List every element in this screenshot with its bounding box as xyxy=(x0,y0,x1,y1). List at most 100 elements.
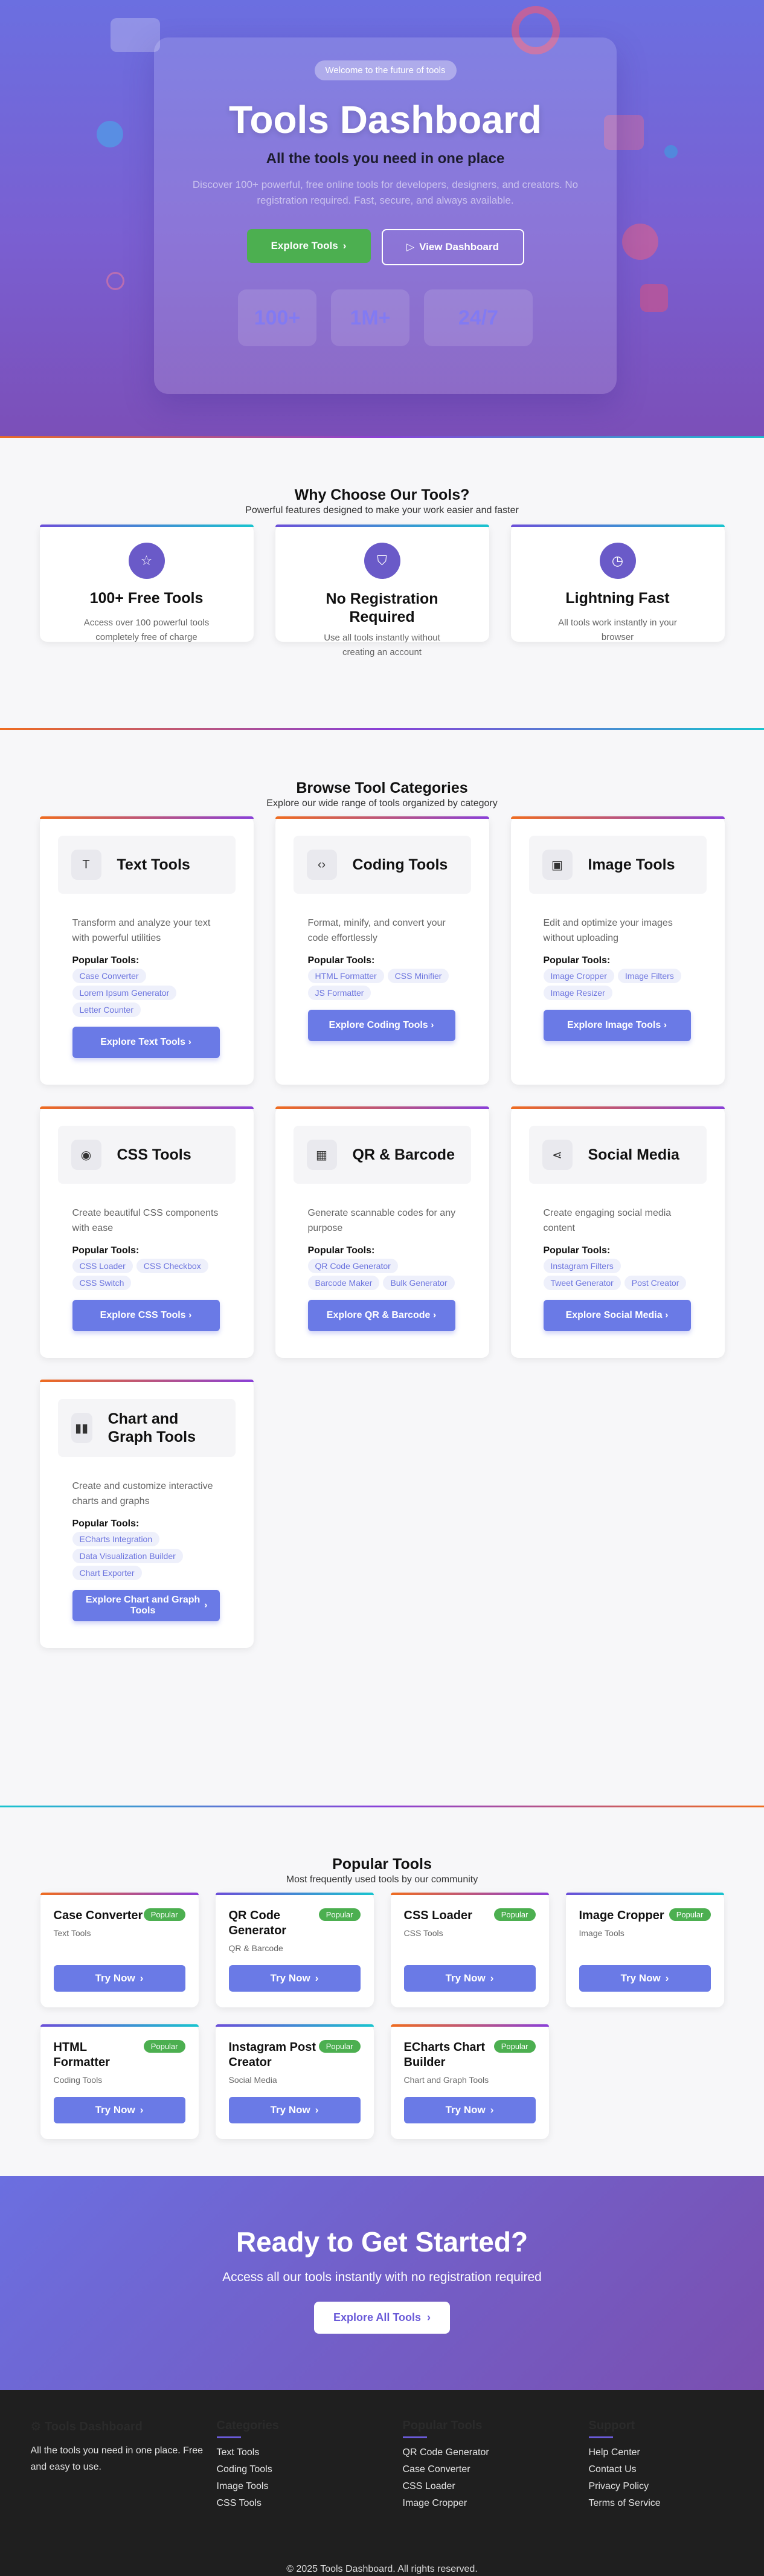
popular-badge: Popular xyxy=(493,1908,536,1921)
explore-category-button[interactable]: Explore Chart and Graph Tools › xyxy=(72,1590,220,1621)
category-header: ▣ Image Tools xyxy=(528,836,707,894)
hero-title: Tools Dashboard xyxy=(229,98,542,141)
tool-tag[interactable]: QR Code Generator xyxy=(307,1259,398,1273)
tool-tag[interactable]: JS Formatter xyxy=(307,986,371,1000)
footer-link[interactable]: CSS Loader xyxy=(403,2478,589,2495)
tool-tag[interactable]: CSS Loader xyxy=(72,1259,133,1273)
popular-tool-card: HTML Formatter Popular Coding Tools Try … xyxy=(40,2024,199,2139)
footer-column-title: Categories xyxy=(216,2419,279,2432)
popular-tool-card: CSS Loader Popular CSS Tools Try Now › xyxy=(390,1893,549,2007)
explore-category-button[interactable]: Explore QR & Barcode › xyxy=(307,1300,455,1331)
try-now-button[interactable]: Try Now › xyxy=(403,2097,536,2123)
chevron-right-icon: › xyxy=(140,1972,144,1984)
popular-tool-card: ECharts Chart Builder Popular Chart and … xyxy=(390,2024,549,2139)
explore-category-button[interactable]: Explore Coding Tools › xyxy=(307,1010,455,1041)
try-now-button[interactable]: Try Now › xyxy=(403,1965,536,1992)
footer-link[interactable]: QR Code Generator xyxy=(403,2444,589,2461)
tool-tag[interactable]: Letter Counter xyxy=(72,1002,141,1017)
chevron-right-icon: › xyxy=(665,1972,669,1984)
footer-brand-text: All the tools you need in one place. Fre… xyxy=(30,2445,204,2472)
tool-category: Social Media xyxy=(228,2075,277,2085)
decor-circle xyxy=(97,121,123,147)
tool-category: Coding Tools xyxy=(53,2075,103,2085)
try-now-button[interactable]: Try Now › xyxy=(228,1965,361,1992)
footer-column: Support Help Center Contact Us Privacy P… xyxy=(588,2419,734,2512)
footer-link[interactable]: Case Converter xyxy=(403,2461,589,2478)
play-icon: ▷ xyxy=(406,241,415,253)
category-header: ▮▮ Chart and Graph Tools xyxy=(57,1399,236,1457)
category-header: T Text Tools xyxy=(57,836,236,894)
tool-tag[interactable]: HTML Formatter xyxy=(307,969,384,983)
tool-name: CSS Loader xyxy=(403,1909,472,1922)
explore-all-label: Explore All Tools xyxy=(333,2311,422,2323)
explore-category-button[interactable]: Explore Image Tools › xyxy=(543,1010,691,1041)
footer-brand: ⚙ Tools Dashboard All the tools you need… xyxy=(31,2419,217,2512)
tool-tag[interactable]: Barcode Maker xyxy=(307,1276,380,1290)
gear-icon: ⚙ xyxy=(30,2420,42,2433)
footer-link[interactable]: CSS Tools xyxy=(217,2495,403,2512)
category-card: ‹› Coding Tools Format, minify, and conv… xyxy=(275,816,489,1085)
footer-column: Categories Text Tools Coding Tools Image… xyxy=(216,2419,403,2512)
footer-link[interactable]: Help Center xyxy=(589,2444,734,2461)
feature-title: 100+ Free Tools xyxy=(89,590,204,607)
view-dashboard-label: View Dashboard xyxy=(419,241,499,253)
footer-link[interactable]: Coding Tools xyxy=(217,2461,403,2478)
footer: ⚙ Tools Dashboard All the tools you need… xyxy=(0,2390,764,2576)
explore-category-button[interactable]: Explore Social Media › xyxy=(543,1300,691,1331)
tool-tag[interactable]: Lorem Ipsum Generator xyxy=(72,986,177,1000)
code-icon: ‹› xyxy=(306,850,337,880)
image-icon: ▣ xyxy=(542,850,573,880)
footer-link[interactable]: Privacy Policy xyxy=(589,2478,734,2495)
tool-tag[interactable]: Image Filters xyxy=(617,969,681,983)
try-now-button[interactable]: Try Now › xyxy=(53,2097,185,2123)
tool-tag[interactable]: Post Creator xyxy=(624,1276,687,1290)
tool-tag[interactable]: ECharts Integration xyxy=(72,1532,160,1546)
footer-link[interactable]: Image Tools xyxy=(217,2478,403,2495)
category-card: ▮▮ Chart and Graph Tools Create and cust… xyxy=(39,1380,254,1648)
tool-tag[interactable]: Instagram Filters xyxy=(543,1259,621,1273)
tool-tag[interactable]: Chart Exporter xyxy=(72,1566,142,1580)
tool-tag[interactable]: CSS Checkbox xyxy=(136,1259,208,1273)
tool-tag[interactable]: Image Cropper xyxy=(543,969,614,983)
tool-category: Text Tools xyxy=(53,1928,91,1938)
decor-circle xyxy=(664,145,678,158)
explore-tools-button[interactable]: Explore Tools › xyxy=(246,229,371,263)
explore-category-button[interactable]: Explore CSS Tools › xyxy=(72,1300,220,1331)
chevron-right-icon: › xyxy=(431,1020,434,1030)
categories-section: Browse Tool Categories Explore our wide … xyxy=(0,730,764,1806)
tool-name: Instagram Post Creator xyxy=(228,2041,316,2069)
try-now-button[interactable]: Try Now › xyxy=(579,1965,711,1992)
footer-link[interactable]: Text Tools xyxy=(217,2444,403,2461)
tool-tag[interactable]: Case Converter xyxy=(72,969,146,983)
popular-badge: Popular xyxy=(318,2040,361,2053)
tool-tag[interactable]: Data Visualization Builder xyxy=(72,1549,183,1563)
popular-tools-label: Popular Tools: xyxy=(307,955,375,966)
star-icon: ☆ xyxy=(128,543,165,579)
try-now-button[interactable]: Try Now › xyxy=(53,1965,185,1992)
popular-badge: Popular xyxy=(318,1908,361,1921)
explore-category-button[interactable]: Explore Text Tools › xyxy=(72,1027,220,1058)
tool-tag[interactable]: Tweet Generator xyxy=(543,1276,621,1290)
chevron-right-icon: › xyxy=(490,1972,494,1984)
footer-link[interactable]: Terms of Service xyxy=(589,2495,734,2512)
try-now-button[interactable]: Try Now › xyxy=(228,2097,361,2123)
footer-link[interactable]: Image Cropper xyxy=(403,2495,589,2512)
tool-tag[interactable]: Image Resizer xyxy=(543,986,612,1000)
explore-category-label: Explore CSS Tools xyxy=(100,1310,186,1320)
category-name: Chart and Graph Tools xyxy=(108,1410,196,1445)
decor-circle xyxy=(622,224,658,260)
category-card: ◉ CSS Tools Create beautiful CSS compone… xyxy=(39,1106,254,1358)
footer-link[interactable]: Contact Us xyxy=(589,2461,734,2478)
tool-tag[interactable]: CSS Switch xyxy=(72,1276,132,1290)
why-section: Why Choose Our Tools? Powerful features … xyxy=(0,438,764,728)
tool-tag[interactable]: CSS Minifier xyxy=(387,969,449,983)
chart-icon: ▮▮ xyxy=(71,1413,92,1443)
chevron-right-icon: › xyxy=(188,1310,192,1320)
tool-tag[interactable]: Bulk Generator xyxy=(383,1276,455,1290)
tool-category: Chart and Graph Tools xyxy=(403,2075,489,2085)
category-card: T Text Tools Transform and analyze your … xyxy=(39,816,254,1085)
explore-all-button[interactable]: Explore All Tools › xyxy=(313,2302,451,2334)
tag-list: Instagram Filters Tweet Generator Post Cre… xyxy=(529,1259,707,1290)
chevron-right-icon: › xyxy=(663,1020,667,1030)
view-dashboard-button[interactable]: ▷ View Dashboard xyxy=(381,229,524,265)
